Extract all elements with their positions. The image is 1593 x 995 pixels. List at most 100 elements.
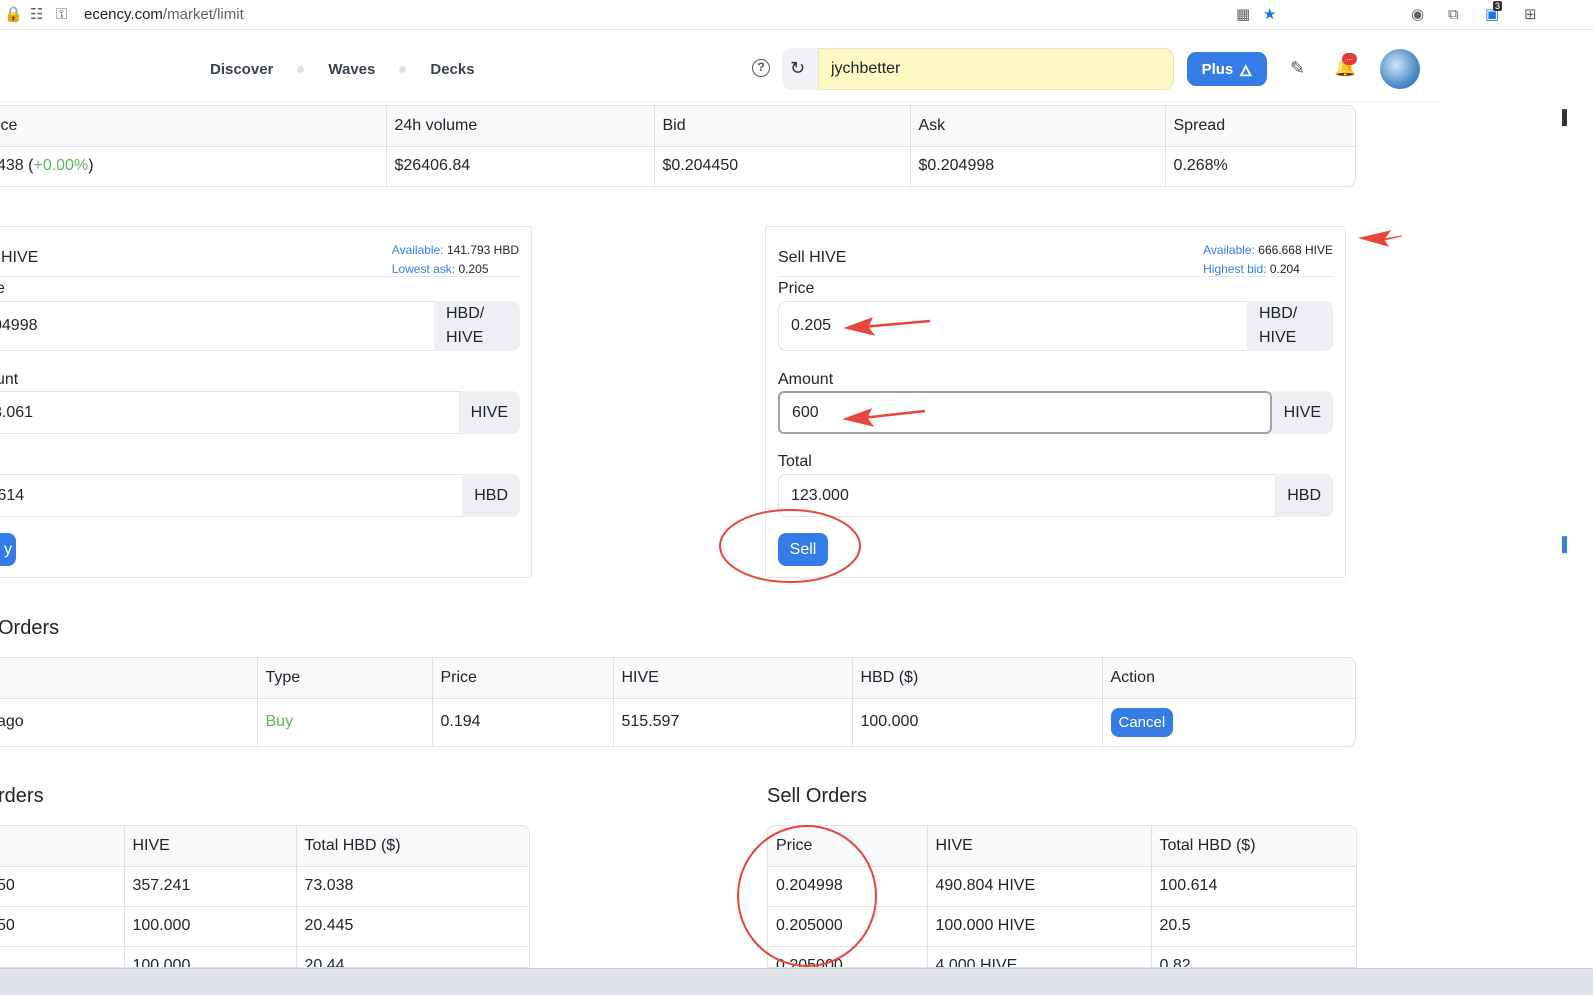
stats-header-volume: 24h volume (386, 106, 655, 147)
buy-order-hive: 100.000 (124, 946, 297, 967)
table-row: ago Buy 0.194 515.597 100.000 Cancel (0, 698, 1355, 746)
buy-order-price: 50 (0, 906, 125, 947)
plus-button[interactable]: Plus 🜂 (1187, 52, 1267, 86)
buy-button[interactable]: y (0, 533, 16, 566)
buy-available-label: Available: (391, 243, 444, 257)
url-domain: ecency.com (84, 6, 163, 23)
sell-amount-label: Amount (778, 371, 834, 388)
nav-decks[interactable]: Decks (430, 61, 474, 78)
buy-orders-title: rders (0, 785, 44, 807)
nav-discover[interactable]: Discover (210, 61, 273, 78)
search-box: ↻ (782, 48, 1174, 90)
buy-amount-unit: HIVE (458, 391, 520, 434)
sell-available-value: 666.668 HIVE (1258, 243, 1333, 257)
sell-order-price: 0.205000 (768, 946, 928, 967)
flame-icon: 🜂 (1239, 62, 1253, 80)
buy-price-group: 04998 HBD/HIVE (0, 301, 520, 351)
plus-label: Plus (1201, 60, 1234, 78)
sell-price-group: 0.205 HBD/HIVE (778, 301, 1333, 351)
buy-amount-input[interactable]: 3.061 (0, 391, 459, 434)
sell-price-input[interactable]: 0.205 (778, 301, 1247, 351)
nav-waves[interactable]: Waves (328, 61, 375, 78)
open-orders-header-date (0, 658, 258, 699)
table-row[interactable]: 50 357.241 73.038 (0, 866, 529, 907)
cancel-order-button[interactable]: Cancel (1110, 707, 1174, 737)
sell-total-label: Total (778, 453, 812, 470)
buy-orders-header-hive: HIVE (124, 826, 297, 867)
stats-header-bid: Bid (654, 106, 911, 147)
buy-amount-label: unt (0, 371, 19, 388)
stats-price-suffix: ) (88, 157, 94, 175)
url-path: /market/limit (162, 6, 244, 23)
buy-order-price (0, 946, 125, 967)
sell-price-unit: HBD/HIVE (1247, 301, 1333, 351)
open-order-hbd: 100.000 (852, 698, 1103, 746)
qr-code-icon[interactable]: ▦ (1236, 6, 1250, 24)
buy-order-hive: 357.241 (124, 866, 297, 907)
buy-total-unit: HBD (462, 474, 520, 517)
buy-available-value: 141.793 HBD (446, 243, 519, 257)
bottom-bar (0, 968, 1593, 995)
help-icon[interactable]: ? (752, 59, 770, 77)
open-order-action: Cancel (1102, 698, 1355, 746)
key-icon[interactable]: ⚿ (56, 6, 67, 24)
bookmark-star-icon[interactable]: ★ (1263, 6, 1276, 24)
main-nav: Discover Waves Decks (210, 61, 475, 78)
sell-order-price: 0.205000 (768, 906, 928, 947)
sell-order-total: 100.614 (1151, 866, 1356, 907)
sell-amount-group: 600 HIVE (778, 391, 1333, 434)
sell-total-input[interactable]: 123.000 (778, 474, 1276, 517)
stats-price-value: 438 ( (0, 157, 34, 175)
stats-header-spread: Spread (1165, 106, 1355, 147)
stats-price: 438 (+0.00%) (0, 146, 387, 186)
address-bar[interactable]: ecency.com/market/limit (84, 6, 244, 23)
stats-price-change: +0.00% (33, 157, 89, 175)
table-row[interactable]: 100.000 20.44 (0, 946, 529, 967)
buy-orders-table: HIVE Total HBD ($) 50 357.241 73.038 50 … (0, 825, 530, 968)
pencil-icon[interactable]: ✎ (1290, 58, 1305, 79)
open-orders-title: Orders (0, 617, 60, 639)
table-row[interactable]: 0.205000 100.000 HIVE 20.5 (768, 906, 1356, 947)
stats-header-ask: Ask (910, 106, 1166, 147)
buy-total-input[interactable]: .614 (0, 474, 463, 517)
buy-orders-header-total: Total HBD ($) (296, 826, 529, 867)
apps-grid-icon[interactable]: ⊞ (1524, 6, 1537, 24)
lock-icon[interactable]: 🔒 (4, 6, 23, 24)
sell-highest-bid-value: 0.204 (1269, 262, 1300, 276)
table-row[interactable]: 50 100.000 20.445 (0, 906, 529, 947)
buy-available-info: Available: 141.793 HBD Lowest ask: 0.205 (392, 241, 519, 279)
sell-highest-bid-label[interactable]: Highest bid: (1203, 262, 1266, 276)
divider (778, 276, 1334, 277)
buy-total-group: .614 HBD (0, 474, 520, 517)
account-icon[interactable]: ◉ (1411, 6, 1424, 24)
buy-price-input[interactable]: 04998 (0, 301, 434, 351)
sell-button[interactable]: Sell (778, 533, 828, 566)
sell-orders-title: Sell Orders (767, 785, 868, 807)
buy-order-total: 73.038 (296, 866, 529, 907)
extensions-icon[interactable]: ⧉ (1448, 6, 1459, 24)
market-stats-table: ice 24h volume Bid Ask Spread 438 (+0.00… (0, 105, 1356, 187)
table-row[interactable]: 0.205000 4.000 HIVE 0.82 (768, 946, 1356, 967)
sell-amount-input[interactable]: 600 (778, 391, 1272, 434)
nav-separator (399, 66, 407, 73)
extension-badge: 3 (1493, 1, 1503, 11)
sell-order-hive: 490.804 HIVE (927, 866, 1152, 907)
open-orders-table: Type Price HIVE HBD ($) Action ago Buy 0… (0, 657, 1356, 747)
buy-lowest-ask-value: 0.205 (458, 262, 489, 276)
avatar[interactable] (1380, 49, 1420, 89)
refresh-icon[interactable]: ↻ (790, 58, 805, 79)
buy-lowest-ask-label[interactable]: Lowest ask: (392, 262, 455, 276)
sell-order-hive: 100.000 HIVE (927, 906, 1152, 947)
stats-header-price: ice (0, 106, 387, 147)
open-orders-header-type: Type (257, 658, 433, 699)
search-input[interactable] (818, 48, 1174, 90)
sell-price-unit-2: HIVE (1259, 329, 1297, 346)
divider (1, 276, 521, 277)
site-settings-icon[interactable]: ☷ (30, 6, 43, 24)
open-order-type: Buy (257, 698, 433, 746)
sell-price-label: Price (778, 280, 815, 297)
sell-price-unit-1: HBD/ (1259, 305, 1298, 322)
annotation-arrow (1358, 230, 1403, 247)
table-row[interactable]: 0.204998 490.804 HIVE 100.614 (768, 866, 1356, 907)
buy-order-hive: 100.000 (124, 906, 297, 947)
